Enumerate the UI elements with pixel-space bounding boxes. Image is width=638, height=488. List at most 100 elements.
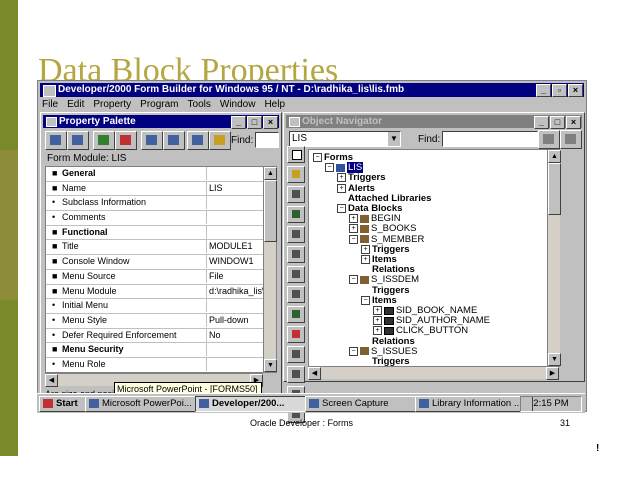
collapse-node-icon[interactable]: − [349,346,358,356]
collapse-node-icon[interactable]: − [349,275,358,285]
cut-icon[interactable] [287,246,305,263]
expand-node-icon[interactable]: + [361,255,370,264]
property-section[interactable]: ■ Menu Security [46,343,276,358]
run-icon[interactable] [287,206,305,223]
property-name-text: Name [62,182,87,193]
navigator-window-buttons: _ □ × [534,116,581,129]
search-forward-icon[interactable] [538,130,560,149]
freeze-icon[interactable] [163,131,185,150]
collapse-icon[interactable] [287,366,305,383]
windows-logo-icon [43,399,53,408]
chevron-down-icon[interactable]: ▼ [388,132,400,146]
property-palette-titlebar[interactable]: Property Palette _ □ × [43,115,279,129]
expand-icon[interactable] [287,346,305,363]
property-row[interactable]: ■ Name LIS [46,181,276,197]
paste-properties-icon[interactable] [67,131,89,150]
paste-icon[interactable] [287,286,305,303]
maximize-icon[interactable]: □ [550,116,565,129]
menu-edit[interactable]: Edit [67,98,84,112]
open-icon[interactable] [287,166,305,183]
collapse-node-icon[interactable]: − [313,153,322,162]
close-icon[interactable]: × [568,84,583,97]
menu-file[interactable]: File [42,98,58,112]
collapse-node-icon[interactable]: − [337,204,346,213]
taskbar-button[interactable]: Screen Capture [305,396,429,412]
property-row[interactable]: • Menu Role [46,357,276,372]
property-section[interactable]: ■ Functional [46,225,276,241]
expand-node-icon[interactable]: + [373,316,382,326]
menu-bar: File Edit Property Program Tools Window Help [40,98,584,112]
scroll-thumb[interactable] [548,163,561,215]
maximize-icon[interactable]: □ [247,116,262,129]
taskbar-button[interactable]: Microsoft PowerPoi... [85,396,209,412]
property-grid: ■ General ■ Name LIS • Subclass Information • Co… [45,166,277,373]
delete-property-icon[interactable] [115,131,137,150]
intersection-icon[interactable] [187,131,209,150]
property-grid-scrollbar[interactable]: ▲ ▼ [263,167,277,372]
close-icon[interactable]: × [263,116,278,129]
search-backward-icon[interactable] [560,130,582,149]
property-row[interactable]: • Defer Required Enforcement No [46,328,276,344]
module-select[interactable]: LIS ▼ [289,131,401,147]
expand-node-icon[interactable]: + [349,224,358,234]
expand-node-icon[interactable]: + [373,326,382,336]
scroll-left-icon[interactable]: ◀ [308,367,321,380]
object-navigator-titlebar[interactable]: Object Navigator _ □ × [286,115,582,129]
minimize-icon[interactable]: _ [231,116,246,129]
collapse-node-icon[interactable]: − [361,295,370,305]
menu-tools[interactable]: Tools [188,98,211,112]
collapse-node-icon[interactable]: − [349,234,358,244]
palette-find-input[interactable] [255,132,279,148]
menu-property[interactable]: Property [93,98,131,112]
inherit-icon[interactable] [141,131,163,150]
property-row[interactable]: • Menu Style Pull-down [46,313,276,329]
expand-node-icon[interactable]: + [349,214,358,224]
menu-help[interactable]: Help [264,98,285,112]
minimize-icon[interactable]: _ [536,84,551,97]
restore-icon[interactable]: ▫ [552,84,567,97]
tree-scrollbar[interactable]: ▲ ▼ [547,150,561,366]
copy-properties-icon[interactable] [45,131,67,150]
taskbar-button[interactable]: Developer/200... [195,396,319,412]
minimize-icon[interactable]: _ [534,116,549,129]
scroll-left-icon[interactable]: ◀ [45,374,58,387]
scroll-right-icon[interactable]: ▶ [546,367,559,380]
property-row[interactable]: ■ Menu Source File [46,269,276,285]
form-module-label: Form Module: LIS [47,153,127,164]
create-icon[interactable] [287,306,305,323]
scroll-up-icon[interactable]: ▲ [548,150,561,163]
menu-program[interactable]: Program [140,98,178,112]
app-titlebar[interactable]: Developer/2000 Form Builder for Windows … [40,83,584,97]
taskbar-button[interactable]: Library Information ... [415,396,533,412]
new-icon[interactable] [287,146,305,163]
property-row[interactable]: • Subclass Information [46,196,276,212]
property-marker-icon: ■ [52,270,58,281]
scroll-down-icon[interactable]: ▼ [548,353,561,366]
expand-node-icon[interactable]: + [337,173,346,183]
property-row[interactable]: ■ Menu Module d:\radhika_lis\l [46,284,276,300]
tree-hscrollbar[interactable]: ◀ ▶ [308,366,559,380]
property-row[interactable]: • Comments [46,211,276,226]
scroll-thumb[interactable] [264,180,277,242]
property-section[interactable]: ■ General [46,167,276,182]
expand-node-icon[interactable]: + [337,183,346,193]
collapse-node-icon[interactable]: − [325,163,334,173]
property-row[interactable]: • Initial Menu [46,299,276,314]
close-icon[interactable]: × [566,116,581,129]
expand-node-icon[interactable]: + [373,306,382,315]
property-row[interactable]: ■ Title MODULE1 [46,240,276,256]
expand-node-icon[interactable]: + [361,244,370,254]
slide-bar-band [0,150,18,300]
copy-icon[interactable] [287,266,305,283]
property-row[interactable]: ■ Console Window WINDOW1 [46,255,276,270]
scroll-down-icon[interactable]: ▼ [264,359,277,372]
scroll-up-icon[interactable]: ▲ [264,167,277,180]
taskbar-button-label: Screen Capture [322,398,389,409]
delete-icon[interactable] [287,326,305,343]
debug-icon[interactable] [287,226,305,243]
menu-window[interactable]: Window [220,98,256,112]
add-property-icon[interactable] [93,131,115,150]
save-icon[interactable] [287,186,305,203]
union-icon[interactable] [209,131,231,150]
navigator-find-input[interactable] [442,131,538,147]
